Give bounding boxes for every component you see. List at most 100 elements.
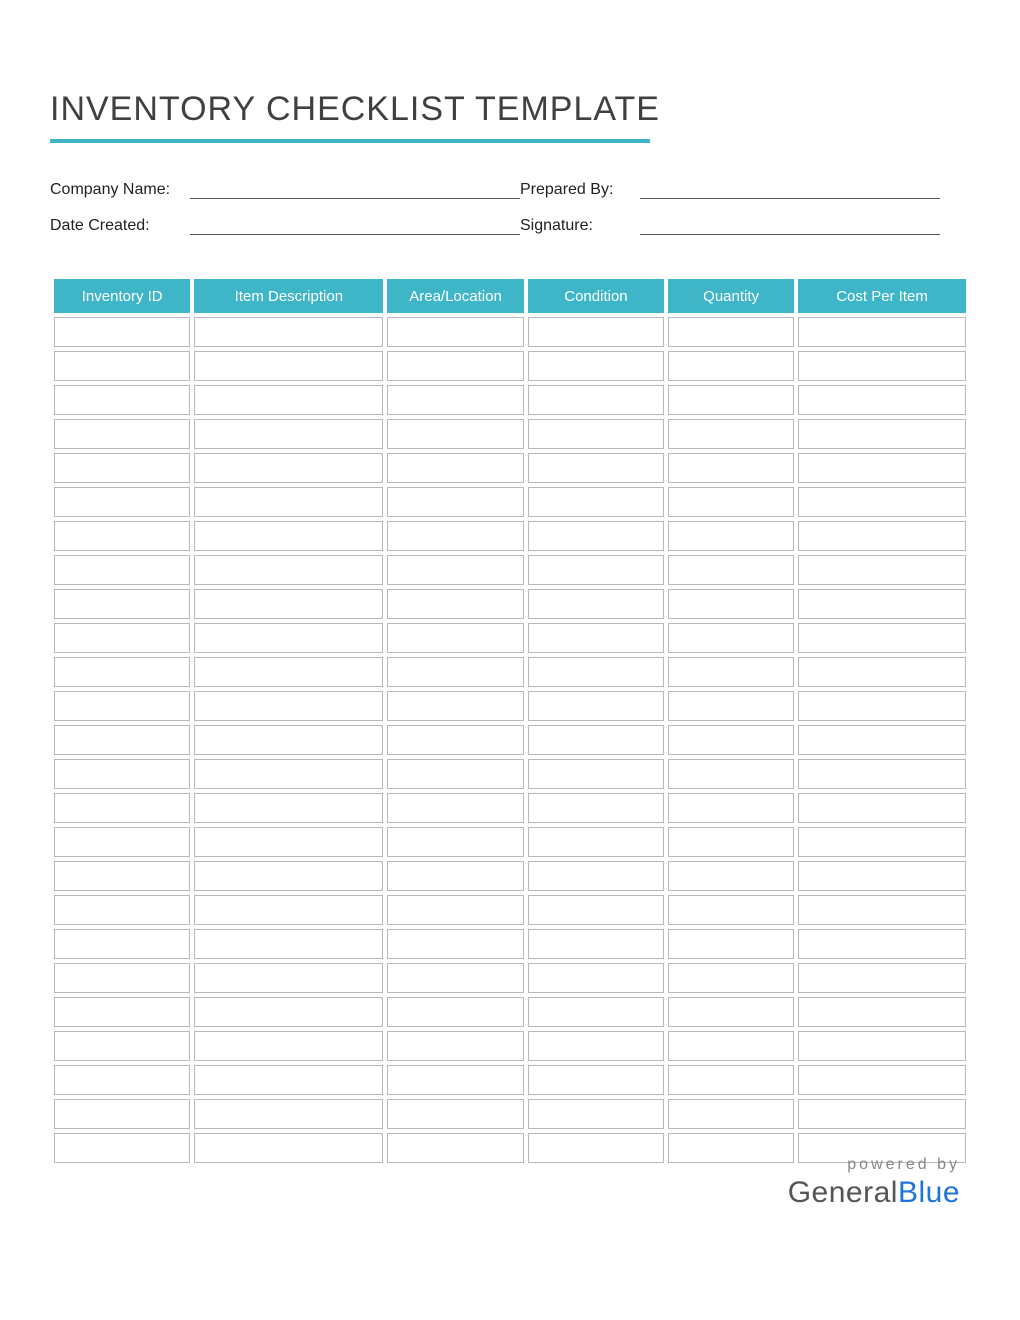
- table-cell[interactable]: [798, 385, 966, 415]
- table-cell[interactable]: [54, 351, 190, 381]
- table-cell[interactable]: [194, 1099, 383, 1129]
- table-cell[interactable]: [668, 317, 794, 347]
- table-cell[interactable]: [528, 827, 664, 857]
- table-cell[interactable]: [668, 419, 794, 449]
- table-cell[interactable]: [668, 521, 794, 551]
- prepared-by-field[interactable]: [640, 198, 940, 199]
- table-cell[interactable]: [387, 453, 523, 483]
- table-cell[interactable]: [528, 589, 664, 619]
- table-cell[interactable]: [528, 487, 664, 517]
- table-cell[interactable]: [668, 1031, 794, 1061]
- table-cell[interactable]: [528, 1031, 664, 1061]
- table-cell[interactable]: [194, 895, 383, 925]
- table-cell[interactable]: [798, 895, 966, 925]
- table-cell[interactable]: [54, 1099, 190, 1129]
- table-cell[interactable]: [798, 453, 966, 483]
- table-cell[interactable]: [798, 1031, 966, 1061]
- table-cell[interactable]: [387, 487, 523, 517]
- table-cell[interactable]: [54, 725, 190, 755]
- table-cell[interactable]: [798, 623, 966, 653]
- table-cell[interactable]: [528, 419, 664, 449]
- table-cell[interactable]: [528, 385, 664, 415]
- table-cell[interactable]: [528, 793, 664, 823]
- table-cell[interactable]: [798, 963, 966, 993]
- signature-field[interactable]: [640, 234, 940, 235]
- table-cell[interactable]: [387, 725, 523, 755]
- table-cell[interactable]: [54, 419, 190, 449]
- table-cell[interactable]: [54, 827, 190, 857]
- table-cell[interactable]: [194, 861, 383, 891]
- table-cell[interactable]: [798, 793, 966, 823]
- table-cell[interactable]: [668, 351, 794, 381]
- table-cell[interactable]: [387, 1099, 523, 1129]
- table-cell[interactable]: [387, 861, 523, 891]
- table-cell[interactable]: [528, 351, 664, 381]
- table-cell[interactable]: [528, 1133, 664, 1163]
- table-cell[interactable]: [387, 589, 523, 619]
- table-cell[interactable]: [668, 963, 794, 993]
- table-cell[interactable]: [54, 521, 190, 551]
- table-cell[interactable]: [528, 725, 664, 755]
- table-cell[interactable]: [798, 1065, 966, 1095]
- table-cell[interactable]: [54, 793, 190, 823]
- table-cell[interactable]: [668, 385, 794, 415]
- table-cell[interactable]: [798, 487, 966, 517]
- table-cell[interactable]: [194, 929, 383, 959]
- table-cell[interactable]: [387, 351, 523, 381]
- table-cell[interactable]: [54, 861, 190, 891]
- table-cell[interactable]: [54, 555, 190, 585]
- table-cell[interactable]: [798, 419, 966, 449]
- table-cell[interactable]: [528, 521, 664, 551]
- table-cell[interactable]: [194, 623, 383, 653]
- table-cell[interactable]: [194, 997, 383, 1027]
- table-cell[interactable]: [798, 861, 966, 891]
- table-cell[interactable]: [668, 1065, 794, 1095]
- table-cell[interactable]: [194, 657, 383, 687]
- table-cell[interactable]: [54, 997, 190, 1027]
- table-cell[interactable]: [668, 759, 794, 789]
- table-cell[interactable]: [528, 963, 664, 993]
- table-cell[interactable]: [528, 453, 664, 483]
- table-cell[interactable]: [528, 997, 664, 1027]
- table-cell[interactable]: [387, 521, 523, 551]
- table-cell[interactable]: [194, 827, 383, 857]
- table-cell[interactable]: [798, 521, 966, 551]
- table-cell[interactable]: [54, 691, 190, 721]
- table-cell[interactable]: [194, 453, 383, 483]
- table-cell[interactable]: [194, 317, 383, 347]
- table-cell[interactable]: [668, 589, 794, 619]
- table-cell[interactable]: [798, 657, 966, 687]
- table-cell[interactable]: [194, 1133, 383, 1163]
- table-cell[interactable]: [54, 1031, 190, 1061]
- table-cell[interactable]: [194, 1031, 383, 1061]
- table-cell[interactable]: [387, 827, 523, 857]
- table-cell[interactable]: [668, 1099, 794, 1129]
- table-cell[interactable]: [528, 1099, 664, 1129]
- table-cell[interactable]: [387, 657, 523, 687]
- table-cell[interactable]: [54, 385, 190, 415]
- table-cell[interactable]: [528, 657, 664, 687]
- table-cell[interactable]: [798, 827, 966, 857]
- table-cell[interactable]: [798, 589, 966, 619]
- table-cell[interactable]: [668, 657, 794, 687]
- table-cell[interactable]: [668, 997, 794, 1027]
- table-cell[interactable]: [194, 419, 383, 449]
- table-cell[interactable]: [798, 997, 966, 1027]
- table-cell[interactable]: [798, 317, 966, 347]
- table-cell[interactable]: [387, 691, 523, 721]
- table-cell[interactable]: [387, 793, 523, 823]
- table-cell[interactable]: [798, 351, 966, 381]
- company-name-field[interactable]: [190, 198, 520, 199]
- table-cell[interactable]: [54, 1133, 190, 1163]
- table-cell[interactable]: [387, 419, 523, 449]
- table-cell[interactable]: [194, 521, 383, 551]
- table-cell[interactable]: [668, 725, 794, 755]
- table-cell[interactable]: [194, 351, 383, 381]
- table-cell[interactable]: [194, 589, 383, 619]
- table-cell[interactable]: [668, 453, 794, 483]
- table-cell[interactable]: [194, 691, 383, 721]
- table-cell[interactable]: [54, 929, 190, 959]
- table-cell[interactable]: [54, 895, 190, 925]
- table-cell[interactable]: [528, 861, 664, 891]
- table-cell[interactable]: [387, 759, 523, 789]
